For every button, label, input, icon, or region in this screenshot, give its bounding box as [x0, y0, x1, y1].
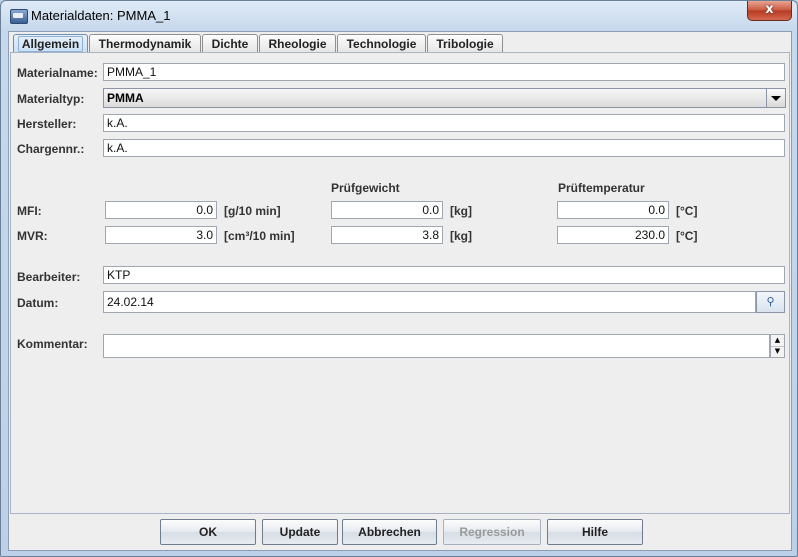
- abbrechen-button[interactable]: Abbrechen: [342, 519, 437, 545]
- client-area: Allgemein Thermodynamik Dichte Rheologie…: [8, 31, 792, 551]
- calendar-picker-icon[interactable]: ⚲: [756, 291, 785, 313]
- mfi-pruefgewicht-input[interactable]: 0.0: [331, 201, 443, 219]
- mvr-pruefgewicht-unit: [kg]: [450, 229, 472, 243]
- materialtyp-label: Materialtyp:: [17, 92, 85, 106]
- app-icon: [10, 9, 28, 24]
- tab-tribologie[interactable]: Tribologie: [427, 34, 503, 53]
- window-title: Materialdaten: PMMA_1: [31, 8, 171, 23]
- dialog-window: Materialdaten: PMMA_1 x Allgemein Thermo…: [0, 0, 798, 557]
- arrow-down-icon[interactable]: ▼: [771, 346, 784, 357]
- materialname-input[interactable]: PMMA_1: [103, 63, 785, 81]
- pruefgewicht-header: Prüfgewicht: [331, 181, 400, 195]
- tab-rheologie[interactable]: Rheologie: [259, 34, 336, 53]
- mvr-unit: [cm³/10 min]: [224, 229, 295, 243]
- mfi-input[interactable]: 0.0: [105, 201, 217, 219]
- kommentar-scroll-spinner[interactable]: ▲ ▼: [770, 334, 785, 358]
- regression-button: Regression: [443, 519, 541, 545]
- mfi-pruefgewicht-unit: [kg]: [450, 204, 472, 218]
- chargennr-input[interactable]: k.A.: [103, 139, 785, 157]
- tab-thermodynamik[interactable]: Thermodynamik: [89, 34, 201, 53]
- mvr-input[interactable]: 3.0: [105, 226, 217, 244]
- tab-label: Allgemein: [17, 36, 84, 52]
- chargennr-label: Chargennr.:: [17, 142, 85, 156]
- tab-dichte[interactable]: Dichte: [202, 34, 258, 53]
- close-button[interactable]: x: [747, 1, 792, 21]
- bearbeiter-label: Bearbeiter:: [17, 270, 81, 284]
- kommentar-textarea[interactable]: [103, 334, 770, 358]
- bearbeiter-input[interactable]: KTP: [103, 266, 785, 284]
- materialname-label: Materialname:: [17, 66, 98, 80]
- mfi-prueftemperatur-unit: [°C]: [676, 204, 698, 218]
- hilfe-button[interactable]: Hilfe: [547, 519, 643, 545]
- mvr-prueftemperatur-input[interactable]: 230.0: [557, 226, 669, 244]
- chevron-down-icon[interactable]: [766, 89, 785, 107]
- tab-panel-allgemein: Materialname: PMMA_1 Materialtyp: PMMA H…: [10, 52, 790, 514]
- kommentar-label: Kommentar:: [17, 337, 88, 351]
- mvr-label: MVR:: [17, 229, 48, 243]
- mfi-prueftemperatur-input[interactable]: 0.0: [557, 201, 669, 219]
- prueftemperatur-header: Prüftemperatur: [558, 181, 645, 195]
- materialtyp-value: PMMA: [107, 91, 144, 105]
- hersteller-label: Hersteller:: [17, 117, 77, 131]
- mfi-label: MFI:: [17, 204, 42, 218]
- tab-allgemein[interactable]: Allgemein: [13, 34, 88, 54]
- materialtyp-select[interactable]: PMMA: [103, 88, 786, 108]
- tab-technologie[interactable]: Technologie: [337, 34, 426, 53]
- mfi-unit: [g/10 min]: [224, 204, 281, 218]
- mvr-pruefgewicht-input[interactable]: 3.8: [331, 226, 443, 244]
- ok-button[interactable]: OK: [160, 519, 256, 545]
- datum-input[interactable]: 24.02.14: [103, 291, 756, 313]
- button-bar: OK Update Abbrechen Regression Hilfe: [9, 514, 791, 550]
- update-button[interactable]: Update: [262, 519, 338, 545]
- hersteller-input[interactable]: k.A.: [103, 114, 785, 132]
- datum-label: Datum:: [17, 296, 59, 310]
- title-bar[interactable]: Materialdaten: PMMA_1 x: [1, 1, 797, 31]
- mvr-prueftemperatur-unit: [°C]: [676, 229, 698, 243]
